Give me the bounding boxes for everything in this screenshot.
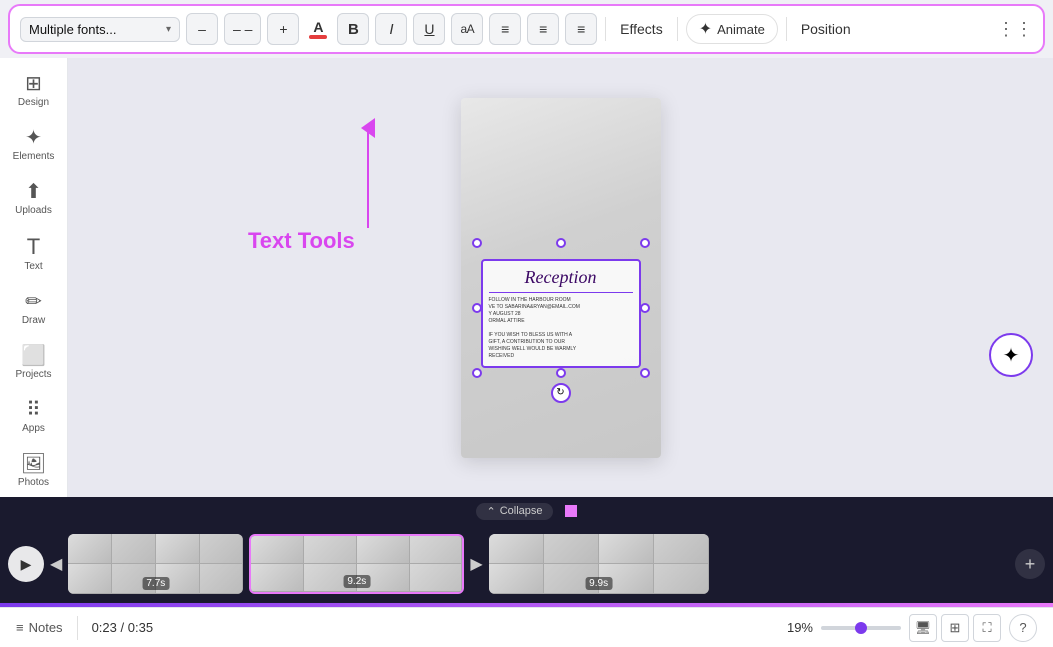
resize-handle-bm[interactable] (556, 368, 566, 378)
sidebar-item-projects[interactable]: ⬜ Projects (4, 338, 64, 388)
notes-label: Notes (29, 620, 63, 635)
status-bar: ≡ Notes 0:23 / 0:35 19% 🖥 ⊞ ⛶ ? (0, 607, 1053, 647)
sidebar-item-elements[interactable]: ✦ Elements (4, 120, 64, 170)
resize-handle-br[interactable] (640, 368, 650, 378)
play-button[interactable]: ▶ (8, 546, 44, 582)
sidebar-item-label: Text (24, 261, 42, 272)
sidebar-item-text[interactable]: T Text (4, 228, 64, 280)
align-center-button[interactable]: ≡ (527, 13, 559, 45)
card-body-text: FOLLOW IN THE HARBOUR ROOM VE TO SABARIN… (489, 297, 633, 360)
separator (77, 616, 78, 640)
resize-handle-bl[interactable] (472, 368, 482, 378)
sidebar-item-label: Elements (13, 151, 55, 162)
notes-button[interactable]: ≡ Notes (16, 620, 63, 635)
design-icon: ⊞ (25, 74, 42, 94)
photos-icon: 🖼 (21, 454, 46, 474)
draw-icon: ✏ (25, 292, 42, 312)
position-button[interactable]: Position (795, 21, 857, 37)
sidebar-item-label: Photos (18, 477, 49, 488)
card-reception-text: Reception (489, 267, 633, 293)
resize-handle-tl[interactable] (472, 238, 482, 248)
help-button[interactable]: ? (1009, 614, 1037, 642)
uploads-icon: ⬆ (25, 182, 42, 202)
sidebar-item-label: Projects (15, 369, 51, 380)
separator (605, 17, 606, 41)
sidebar-item-photos[interactable]: 🖼 Photos (4, 446, 64, 496)
timeline-tracks: ▶ ◀ 7.7s (0, 525, 1053, 603)
collapse-button[interactable]: ⌃ Collapse (476, 503, 552, 520)
resize-handle-rm[interactable] (640, 303, 650, 313)
time-display: 0:23 / 0:35 (92, 620, 154, 635)
animate-button[interactable]: ✦ Animate (686, 14, 778, 44)
font-size-decrease-button[interactable]: – (186, 13, 218, 45)
sidebar-item-uploads[interactable]: ⬆ Uploads (4, 174, 64, 224)
text-color-button[interactable]: A (305, 13, 331, 45)
zoom-slider[interactable] (821, 626, 901, 630)
timeline-area: ⌃ Collapse ▶ ◀ 7.7s (0, 497, 1053, 607)
resize-handle-tm[interactable] (556, 238, 566, 248)
sidebar-item-label: Apps (22, 423, 45, 434)
animate-icon: ✦ (699, 19, 712, 39)
font-selector-label: Multiple fonts... (29, 22, 160, 37)
magic-button[interactable]: ✦ (989, 333, 1033, 377)
separator (786, 17, 787, 41)
elements-icon: ✦ (25, 128, 42, 148)
toolbar: Multiple fonts... ▾ – – – + A B I U aA ≡… (8, 4, 1045, 54)
add-segment-button[interactable]: + (1015, 549, 1045, 579)
prev-track-button[interactable]: ◀ (50, 554, 62, 574)
sidebar-item-draw[interactable]: ✏ Draw (4, 284, 64, 334)
track-segment-2[interactable]: 9.2s (249, 534, 464, 594)
rotate-handle[interactable]: ↻ (551, 383, 571, 403)
grid-view-button[interactable]: ⊞ (941, 614, 969, 642)
track-segment-1[interactable]: 7.7s (68, 534, 243, 594)
track-duration-1: 7.7s (142, 577, 169, 590)
card-canvas[interactable]: ↻ Reception FOLLOW IN THE HARBOUR ROOM V… (461, 98, 661, 458)
zoom-thumb (855, 622, 867, 634)
playhead-marker (565, 505, 577, 517)
effects-button[interactable]: Effects (614, 21, 669, 37)
next-track-button[interactable]: ▶ (470, 554, 482, 574)
sidebar: ⊞ Design ✦ Elements ⬆ Uploads T Text ✏ D… (0, 58, 68, 497)
separator (677, 17, 678, 41)
align-left-button[interactable]: ≡ (489, 13, 521, 45)
color-letter: A (313, 20, 323, 34)
track-duration-3: 9.9s (585, 577, 612, 590)
fullscreen-button[interactable]: ⛶ (973, 614, 1001, 642)
sidebar-item-label: Draw (22, 315, 45, 326)
monitor-view-button[interactable]: 🖥 (909, 614, 937, 642)
font-size-display[interactable]: – – (224, 13, 261, 45)
text-icon: T (27, 236, 40, 258)
apps-icon: ⠿ (26, 400, 41, 420)
card-inner[interactable]: Reception FOLLOW IN THE HARBOUR ROOM VE … (481, 259, 641, 368)
track-duration-2: 9.2s (343, 575, 370, 588)
sidebar-item-design[interactable]: ⊞ Design (4, 66, 64, 116)
zoom-controls: 19% 🖥 ⊞ ⛶ ? (787, 614, 1037, 642)
arrow-icon (353, 118, 383, 228)
track-segment-3[interactable]: 9.9s (489, 534, 709, 594)
resize-handle-tr[interactable] (640, 238, 650, 248)
sidebar-item-label: Uploads (15, 205, 52, 216)
underline-button[interactable]: U (413, 13, 445, 45)
projects-icon: ⬜ (21, 346, 46, 366)
play-icon: ▶ (21, 556, 32, 573)
timeline-controls: ⌃ Collapse (0, 497, 1053, 525)
annotation-text: Text Tools (248, 228, 355, 254)
sidebar-item-apps[interactable]: ⠿ Apps (4, 392, 64, 442)
main-area: ⊞ Design ✦ Elements ⬆ Uploads T Text ✏ D… (0, 58, 1053, 497)
canvas-area[interactable]: Text Tools ↻ Reception FOLLOW IN THE HAR… (68, 58, 1053, 497)
bold-button[interactable]: B (337, 13, 369, 45)
view-buttons: 🖥 ⊞ ⛶ (909, 614, 1001, 642)
chevron-down-icon: ▾ (166, 24, 171, 35)
notes-icon: ≡ (16, 620, 24, 635)
zoom-level: 19% (787, 620, 813, 635)
case-button[interactable]: aA (451, 13, 483, 45)
font-size-increase-button[interactable]: + (267, 13, 299, 45)
color-bar (309, 35, 327, 39)
sidebar-item-label: Design (18, 97, 49, 108)
align-right-button[interactable]: ≡ (565, 13, 597, 45)
font-selector[interactable]: Multiple fonts... ▾ (20, 17, 180, 42)
more-options-button[interactable]: ⋮⋮ (997, 19, 1033, 40)
italic-button[interactable]: I (375, 13, 407, 45)
